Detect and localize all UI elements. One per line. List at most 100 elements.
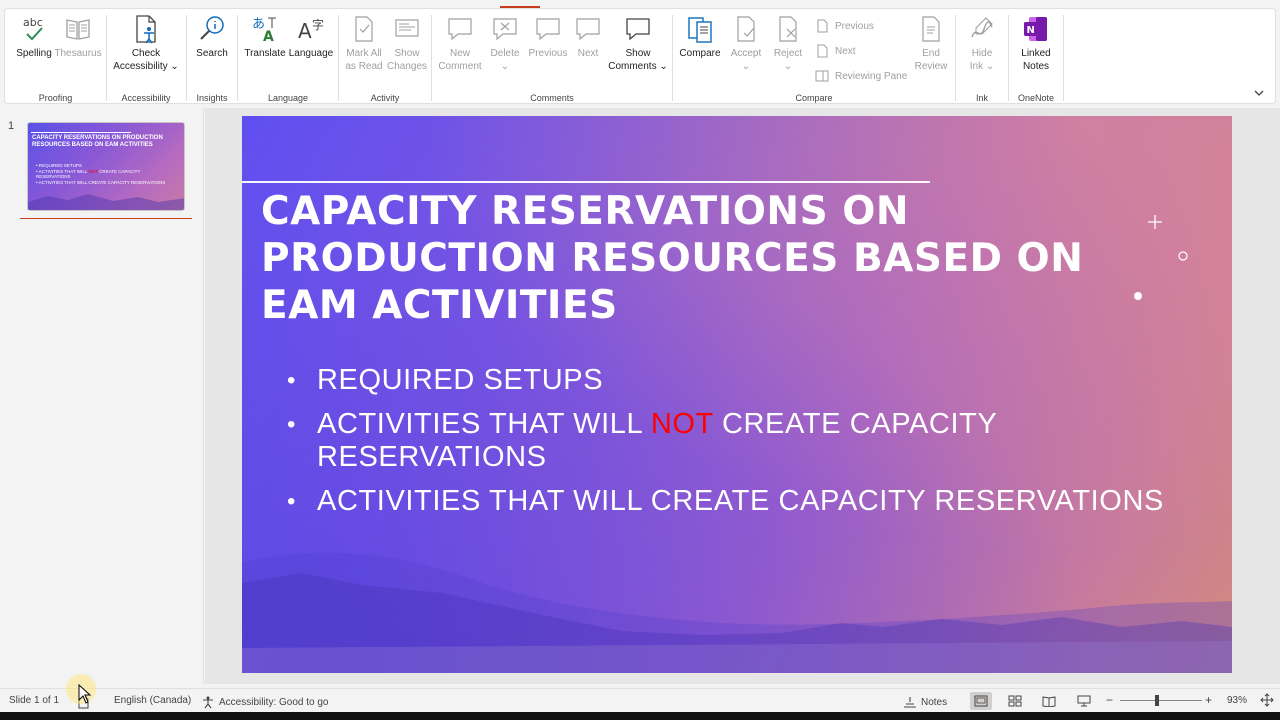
slide-thumbnail-pane: 1 CAPACITY RESERVATIONS ON PRODUCTION RE… — [0, 108, 204, 684]
group-label-language: Language — [267, 93, 309, 103]
group-insights: Search Insights — [187, 9, 237, 105]
svg-text:字: 字 — [312, 17, 324, 32]
fit-slide-button[interactable] — [1260, 693, 1274, 707]
linked-notes-button[interactable]: N Linked Notes — [1015, 13, 1057, 73]
thesaurus-label: Thesaurus — [54, 48, 102, 59]
delete-label: Delete — [490, 48, 520, 59]
group-activity: Mark All as Read Show Changes Activity — [339, 9, 431, 105]
zoom-slider-thumb[interactable] — [1155, 695, 1159, 706]
new-comment-label-2: Comment — [438, 61, 482, 72]
hide-ink-label-1: Hide — [971, 48, 993, 59]
thesaurus-button[interactable]: Thesaurus — [54, 13, 102, 60]
zoom-out-button[interactable]: − — [1106, 693, 1113, 707]
hide-ink-button[interactable]: Hide Ink ⌄ — [961, 13, 1003, 73]
group-label-onenote: OneNote — [1017, 93, 1055, 103]
thumbnail-bullets: • REQUIRED SETUPS • ACTIVITIES THAT WILL… — [36, 163, 176, 185]
show-changes-button[interactable]: Show Changes — [385, 13, 429, 73]
notes-icon — [904, 697, 916, 708]
spelling-button[interactable]: abc Spelling — [13, 13, 55, 60]
slide-title[interactable]: CAPACITY RESERVATIONS ON PRODUCTION RESO… — [261, 188, 1161, 329]
next-comment-button[interactable]: Next — [570, 13, 606, 60]
show-comments-label-1: Show — [625, 48, 651, 59]
delete-comment-icon — [489, 13, 521, 45]
show-comments-button[interactable]: Show Comments ⌄ — [608, 13, 668, 73]
reviewing-pane-icon — [815, 70, 829, 82]
bottom-border — [0, 712, 1280, 720]
slide-show-button[interactable] — [1073, 692, 1095, 710]
group-label-comments: Comments — [530, 93, 574, 103]
reject-icon — [772, 13, 804, 45]
next-change-icon — [817, 44, 828, 58]
mouse-cursor-icon — [78, 684, 92, 704]
end-review-label-2: Review — [914, 61, 948, 72]
group-ink: Hide Ink ⌄ Ink — [956, 9, 1008, 105]
normal-view-button[interactable] — [970, 692, 992, 710]
reviewing-pane-button[interactable]: Reviewing Pane — [815, 69, 907, 83]
end-review-icon — [915, 13, 947, 45]
previous-comment-button[interactable]: Previous — [526, 13, 570, 60]
compare-label: Compare — [679, 48, 721, 59]
previous-change-button[interactable]: Previous — [815, 19, 874, 33]
language-icon: A字 — [295, 13, 327, 45]
slide-count-label: Slide 1 of 1 — [9, 695, 60, 706]
notes-label: Notes — [921, 696, 948, 708]
thumbnail-bullet: • ACTIVITIES THAT WILL NOT CREATE CAPACI… — [36, 169, 176, 180]
comment-icon — [622, 13, 654, 45]
next-change-button[interactable]: Next — [815, 44, 856, 58]
zoom-in-label: + — [1205, 693, 1213, 707]
translate-button[interactable]: あA Translate — [242, 13, 288, 60]
reject-caret: ⌄ — [783, 61, 793, 72]
group-label-insights: Insights — [196, 93, 228, 103]
check-accessibility-button[interactable]: Check Accessibility ⌄ — [111, 13, 181, 73]
accept-button[interactable]: Accept ⌄ — [725, 13, 767, 73]
reading-view-button[interactable] — [1038, 692, 1060, 710]
collapse-ribbon-icon[interactable] — [1253, 87, 1265, 99]
thumbnail-title: CAPACITY RESERVATIONS ON PRODUCTION RESO… — [32, 135, 163, 148]
group-compare: Compare Accept ⌄ Reject ⌄ Previous Next … — [673, 9, 955, 105]
zoom-out-label: − — [1106, 693, 1114, 707]
document-check-icon — [348, 13, 380, 45]
new-comment-button[interactable]: New Comment — [436, 13, 484, 73]
next-comment-icon — [572, 13, 604, 45]
hide-ink-label-2: Ink ⌄ — [969, 61, 995, 72]
new-comment-label-1: New — [449, 48, 470, 59]
end-review-label-1: End — [922, 48, 940, 59]
language-label: Language — [288, 48, 334, 59]
accessibility-status-label: Accessibility: Good to go — [219, 696, 329, 708]
linked-notes-label-2: Notes — [1022, 61, 1050, 72]
accept-label: Accept — [730, 48, 762, 59]
search-button[interactable]: Search — [191, 13, 233, 60]
zoom-level[interactable]: 93% — [1227, 695, 1247, 706]
mark-all-label-1: Mark All — [346, 48, 382, 59]
sparkle-ring-icon — [1178, 251, 1188, 261]
title-rule — [242, 181, 930, 183]
previous-change-icon — [817, 19, 828, 33]
slide-bullet-list[interactable]: REQUIRED SETUPS ACTIVITIES THAT WILL NOT… — [287, 364, 1187, 529]
slide-thumbnail[interactable]: CAPACITY RESERVATIONS ON PRODUCTION RESO… — [27, 122, 185, 211]
group-comments: New Comment Delete ⌄ Previous Next Show … — [432, 9, 672, 105]
slide-count-indicator[interactable]: Slide 1 of 1 — [9, 695, 59, 706]
check-accessibility-label-2: Accessibility ⌄ — [113, 61, 179, 72]
show-comments-label-2: Comments ⌄ — [608, 61, 668, 72]
language-button[interactable]: A字 Language — [288, 13, 334, 60]
reject-button[interactable]: Reject ⌄ — [767, 13, 809, 73]
delete-comment-button[interactable]: Delete ⌄ — [486, 13, 524, 73]
accessibility-status[interactable]: Accessibility: Good to go — [201, 695, 329, 709]
bullet-emphasis: NOT — [650, 408, 714, 440]
end-review-button[interactable]: End Review — [909, 13, 953, 73]
notes-button[interactable]: Notes — [903, 695, 947, 709]
group-language: あA Translate A字 Language Language — [238, 9, 338, 105]
slide[interactable]: CAPACITY RESERVATIONS ON PRODUCTION RESO… — [242, 116, 1232, 673]
bullet-text: ACTIVITIES THAT WILL — [317, 408, 651, 440]
thumbnail-bullet-text: • ACTIVITIES THAT WILL — [36, 168, 89, 174]
zoom-in-button[interactable]: + — [1205, 693, 1212, 707]
delete-caret: ⌄ — [500, 61, 510, 72]
mark-all-as-read-button[interactable]: Mark All as Read — [343, 13, 385, 73]
thumbnail-bullet: • ACTIVITIES THAT WILL CREATE CAPACITY R… — [36, 179, 166, 185]
accept-caret: ⌄ — [741, 61, 751, 72]
compare-button[interactable]: Compare — [677, 13, 723, 60]
language-indicator[interactable]: English (Canada) — [114, 695, 191, 706]
ribbon-separator — [1063, 15, 1064, 101]
zoom-slider-track[interactable] — [1120, 700, 1202, 701]
slide-sorter-button[interactable] — [1004, 692, 1026, 710]
